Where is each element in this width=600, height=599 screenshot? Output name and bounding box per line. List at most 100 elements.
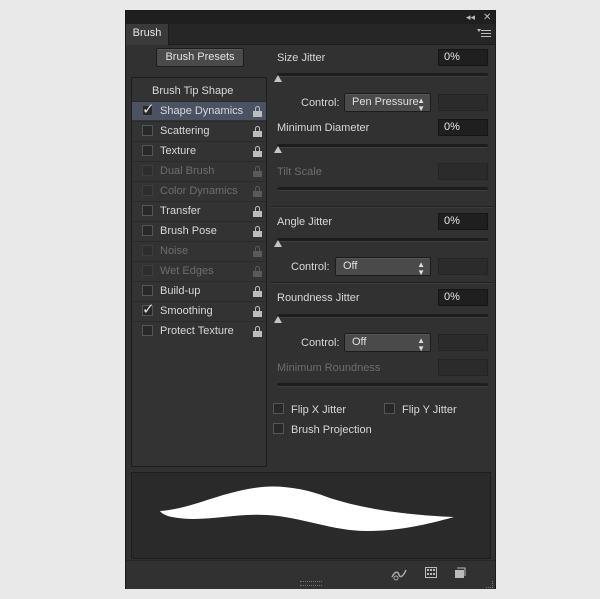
list-item-label: Noise <box>160 245 189 257</box>
brush-projection-checkbox[interactable] <box>273 423 284 434</box>
minimum-roundness-slider-track <box>277 383 488 387</box>
list-item-texture[interactable]: Texture <box>132 141 266 160</box>
size-control-extra-field <box>438 94 488 111</box>
roundness-jitter-slider-thumb[interactable] <box>274 316 282 323</box>
minimum-diameter-field[interactable]: 0% <box>438 119 488 136</box>
size-jitter-field[interactable]: 0% <box>438 49 488 66</box>
list-item-label: Texture <box>160 145 197 157</box>
angle-jitter-slider-thumb[interactable] <box>274 240 282 247</box>
lock-icon[interactable] <box>253 326 262 337</box>
scattering-checkbox[interactable] <box>142 125 153 136</box>
list-item-brush-pose[interactable]: Brush Pose <box>132 221 266 240</box>
list-item-protect-texture[interactable]: Protect Texture <box>132 321 266 340</box>
tilt-scale-field <box>438 163 488 180</box>
list-item-scattering[interactable]: Scattering <box>132 121 266 140</box>
checkmark-icon: ✓ <box>142 300 155 318</box>
select-value: Off <box>352 336 367 348</box>
angle-control-extra-field <box>438 258 488 275</box>
brush-presets-button[interactable]: Brush Presets <box>156 48 244 67</box>
list-item-label: Color Dynamics <box>160 185 238 197</box>
list-item-build-up[interactable]: Build-up <box>132 281 266 300</box>
list-item-noise: Noise <box>132 241 266 260</box>
list-item-label: Transfer <box>160 205 201 217</box>
select-value: Pen Pressure <box>352 96 419 108</box>
roundness-control-extra-field <box>438 334 488 351</box>
angle-jitter-label: Angle Jitter <box>277 216 333 228</box>
double-chevron-left-icon[interactable]: ◂◂ <box>466 11 475 24</box>
panel-menu-icon[interactable] <box>477 28 491 40</box>
noise-checkbox <box>142 245 153 256</box>
lock-icon <box>253 166 262 177</box>
brush-tip-preview-icon[interactable] <box>390 567 408 581</box>
list-item-wet-edges: Wet Edges <box>132 261 266 280</box>
grid-icon[interactable] <box>425 567 437 578</box>
list-item-transfer[interactable]: Transfer <box>132 201 266 220</box>
lock-icon[interactable] <box>253 306 262 317</box>
list-item-label: Smoothing <box>160 305 213 317</box>
lock-icon <box>253 246 262 257</box>
flip-y-jitter-checkbox[interactable] <box>384 403 395 414</box>
list-item-dual-brush: Dual Brush <box>132 161 266 180</box>
list-item-shape-dynamics[interactable]: ✓ Shape Dynamics <box>132 100 266 120</box>
lock-icon[interactable] <box>253 226 262 237</box>
build-up-checkbox[interactable] <box>142 285 153 296</box>
updown-arrow-icon: ▲ ▼ <box>417 260 425 277</box>
lock-icon[interactable] <box>253 146 262 157</box>
list-item-brush-tip-shape[interactable]: Brush Tip Shape <box>132 82 266 101</box>
texture-checkbox[interactable] <box>142 145 153 156</box>
panel-tab-row: Brush <box>126 24 495 45</box>
minimum-roundness-label: Minimum Roundness <box>277 362 381 374</box>
list-item-label: Shape Dynamics <box>160 105 244 117</box>
brush-options-list: Brush Tip Shape ✓ Shape Dynamics Scatter… <box>131 77 267 467</box>
minimum-roundness-field <box>438 359 488 376</box>
lock-icon[interactable] <box>253 286 262 297</box>
roundness-jitter-field[interactable]: 0% <box>438 289 488 306</box>
brush-panel: ◂◂ ✕ Brush Brush Presets Brush Tip Shape… <box>125 10 496 589</box>
size-control-select[interactable]: Pen Pressure ▲ ▼ <box>344 93 431 113</box>
resize-grip-icon[interactable] <box>486 581 493 588</box>
roundness-control-select[interactable]: Off ▲ ▼ <box>344 333 431 353</box>
protect-texture-checkbox[interactable] <box>142 325 153 336</box>
angle-control-select[interactable]: Off ▲ ▼ <box>335 257 431 277</box>
smoothing-checkbox[interactable]: ✓ <box>142 300 155 318</box>
size-jitter-label: Size Jitter <box>277 52 326 64</box>
angle-jitter-field[interactable]: 0% <box>438 213 488 230</box>
dual-brush-checkbox <box>142 165 153 176</box>
flip-x-jitter-label: Flip X Jitter <box>291 404 347 416</box>
lock-icon[interactable] <box>253 106 262 117</box>
color-dynamics-checkbox <box>142 185 153 196</box>
wet-edges-checkbox <box>142 265 153 276</box>
size-jitter-slider-track[interactable] <box>277 73 488 77</box>
angle-jitter-slider-track[interactable] <box>277 238 488 242</box>
list-item-smoothing[interactable]: ✓ Smoothing <box>132 300 266 320</box>
brush-pose-checkbox[interactable] <box>142 225 153 236</box>
size-control-label: Control: <box>301 97 340 109</box>
list-item-label: Scattering <box>160 125 210 137</box>
stroke-preview-image <box>160 486 454 531</box>
list-item-label: Protect Texture <box>160 325 234 337</box>
roundness-jitter-slider-track[interactable] <box>277 314 488 318</box>
tilt-scale-slider-track <box>277 187 488 191</box>
size-jitter-slider-thumb[interactable] <box>274 75 282 82</box>
transfer-checkbox[interactable] <box>142 205 153 216</box>
brush-stroke-preview <box>131 472 491 559</box>
panel-resize-handle[interactable] <box>300 581 322 586</box>
flip-y-jitter-label: Flip Y Jitter <box>402 404 457 416</box>
minimum-diameter-slider-track[interactable] <box>277 144 488 148</box>
brush-projection-label: Brush Projection <box>291 424 372 436</box>
lock-icon[interactable] <box>253 206 262 217</box>
tab-brush[interactable]: Brush <box>126 24 169 45</box>
new-preset-icon[interactable] <box>454 567 466 579</box>
lock-icon <box>253 186 262 197</box>
minimum-diameter-slider-thumb[interactable] <box>274 146 282 153</box>
list-item-color-dynamics: Color Dynamics <box>132 181 266 200</box>
lock-icon[interactable] <box>253 126 262 137</box>
checkmark-icon: ✓ <box>142 100 155 118</box>
flip-x-jitter-checkbox[interactable] <box>273 403 284 414</box>
roundness-jitter-label: Roundness Jitter <box>277 292 360 304</box>
divider <box>271 206 494 208</box>
divider <box>271 282 494 284</box>
updown-arrow-icon: ▲ ▼ <box>417 96 425 113</box>
shape-dynamics-checkbox[interactable]: ✓ <box>142 100 155 118</box>
close-icon[interactable]: ✕ <box>483 11 491 24</box>
